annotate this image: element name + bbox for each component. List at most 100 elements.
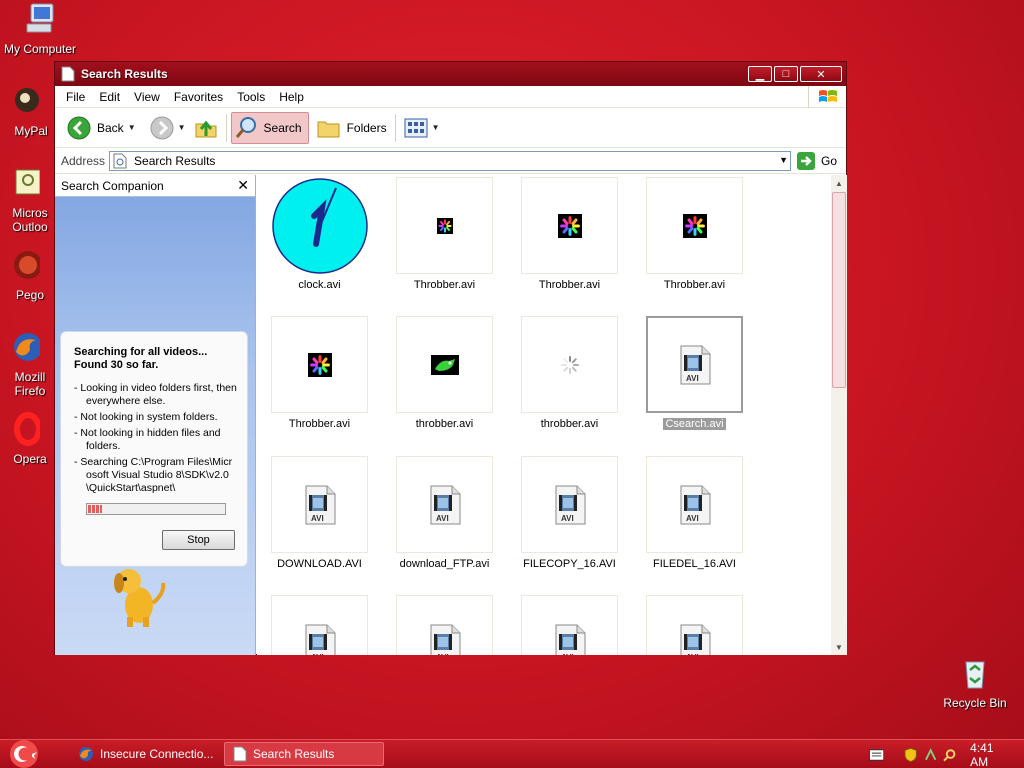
views-dropdown-icon[interactable]: ▼ <box>432 123 440 132</box>
start-button[interactable] <box>0 740 48 768</box>
stop-button[interactable]: Stop <box>162 530 235 550</box>
svg-text:AVI: AVI <box>436 653 449 656</box>
keyboard-icon[interactable] <box>868 748 885 761</box>
address-bar: Address Search Results ▼ Go <box>55 148 846 174</box>
file-thumbnail[interactable]: AVI <box>271 595 368 655</box>
go-button[interactable]: Go <box>797 151 838 170</box>
menu-edit[interactable]: Edit <box>92 90 127 104</box>
file-name: download_FTP.avi <box>382 558 507 570</box>
forward-arrow-icon <box>150 116 174 139</box>
search-results-window-icon <box>61 66 75 82</box>
system-tray: 4:41 AM <box>868 740 1024 768</box>
close-pane-icon[interactable]: ✕ <box>237 177 249 194</box>
file-item[interactable]: throbber.avi <box>507 316 632 454</box>
minimize-button[interactable]: ▁ <box>748 66 772 82</box>
status-line: - Not looking in hidden files and folder… <box>74 427 221 452</box>
toolbar-separator <box>225 113 227 142</box>
taskbar-item-firefox[interactable]: Insecure Connectio... <box>70 742 220 766</box>
back-button[interactable]: Back ▼ <box>63 112 140 144</box>
rover-dog-icon[interactable] <box>109 563 171 629</box>
avi-file-icon: AVI <box>305 624 335 655</box>
security-shield-icon[interactable] <box>904 747 918 763</box>
forward-dropdown-icon[interactable]: ▼ <box>178 123 186 132</box>
up-folder-button[interactable] <box>190 112 222 144</box>
file-thumbnail[interactable]: AVI <box>396 456 493 553</box>
file-thumbnail[interactable] <box>271 316 368 413</box>
scroll-down-icon[interactable]: ▼ <box>831 639 847 655</box>
maximize-button[interactable]: □ <box>774 66 798 82</box>
file-item[interactable]: Throbber.avi <box>507 177 632 315</box>
search-button[interactable]: Search <box>230 111 309 144</box>
folders-button[interactable]: Folders <box>313 112 391 144</box>
file-item[interactable]: AVI FILECOPY_16.AVI <box>507 456 632 594</box>
toolbar-separator <box>394 113 396 142</box>
file-name-text: throbber.avi <box>540 418 599 430</box>
file-thumbnail[interactable]: AVI <box>396 595 493 655</box>
file-item[interactable]: AVI download_FTP.avi <box>382 456 507 594</box>
menu-favorites[interactable]: Favorites <box>167 90 230 104</box>
file-item[interactable]: AVI DOWNLOAD.AVI <box>257 456 382 594</box>
desktop-icon-opera[interactable]: Opera <box>0 412 52 466</box>
file-thumbnail[interactable] <box>396 316 493 413</box>
clock-thumbnail-icon <box>271 177 368 274</box>
vertical-scrollbar[interactable]: ▲ ▼ <box>831 175 847 655</box>
file-item[interactable]: throbber.avi <box>382 316 507 454</box>
file-item[interactable]: Throbber.avi <box>382 177 507 315</box>
scroll-up-icon[interactable]: ▲ <box>831 175 847 191</box>
file-item[interactable]: AVI <box>632 595 757 655</box>
desktop-icon-my-computer[interactable]: My Computer <box>0 2 80 56</box>
file-name: Throbber.avi <box>382 279 507 291</box>
file-item[interactable]: AVI <box>382 595 507 655</box>
file-name: throbber.avi <box>382 418 507 430</box>
file-thumbnail[interactable]: AVI <box>521 595 618 655</box>
desktop-icon-firefox[interactable]: Mozill Firefo <box>0 330 52 398</box>
file-item[interactable]: AVI <box>257 595 382 655</box>
address-dropdown-icon[interactable]: ▼ <box>779 155 788 165</box>
close-button[interactable]: ✕ <box>800 66 842 82</box>
desktop-icon-outlook[interactable]: Micros Outloo <box>0 166 52 234</box>
search-label: Search <box>263 120 302 135</box>
throbber-icon <box>436 217 453 234</box>
close-icon: ✕ <box>816 68 826 81</box>
svg-text:AVI: AVI <box>436 514 449 523</box>
file-item[interactable]: Throbber.avi <box>632 177 757 315</box>
forward-button[interactable]: ▼ <box>146 112 190 144</box>
desktop-icon-pegasus[interactable]: Pego <box>0 248 52 302</box>
search-tray-icon[interactable] <box>943 748 956 762</box>
file-thumbnail[interactable] <box>646 177 743 274</box>
file-item[interactable]: AVI <box>507 595 632 655</box>
file-name: throbber.avi <box>507 418 632 430</box>
views-button[interactable]: ▼ <box>400 112 444 144</box>
file-item[interactable]: clock.avi <box>257 177 382 315</box>
taskbar-item-search-results[interactable]: Search Results <box>224 742 384 766</box>
go-label: Go <box>821 153 838 168</box>
file-thumbnail[interactable] <box>271 177 368 274</box>
file-thumbnail[interactable] <box>521 316 618 413</box>
desktop-icon-mypal[interactable]: MyPal <box>0 84 52 138</box>
back-dropdown-icon[interactable]: ▼ <box>128 123 136 132</box>
address-input[interactable]: Search Results ▼ <box>109 150 792 171</box>
file-name-text: FILEDEL_16.AVI <box>653 558 736 570</box>
file-thumbnail[interactable]: AVI <box>521 456 618 553</box>
file-thumbnail[interactable]: AVI <box>646 316 743 413</box>
file-item[interactable]: AVI FILEDEL_16.AVI <box>632 456 757 594</box>
window-title: Search Results <box>81 67 168 81</box>
desktop-icon-recycle-bin[interactable]: Recycle Bin <box>935 656 1015 710</box>
file-thumbnail[interactable]: AVI <box>271 456 368 553</box>
file-item[interactable]: Throbber.avi <box>257 316 382 454</box>
back-arrow-icon <box>67 116 91 139</box>
file-thumbnail[interactable]: AVI <box>646 456 743 553</box>
network-icon[interactable] <box>924 747 937 762</box>
desktop-icon-label: MyPal <box>14 124 48 138</box>
file-item[interactable]: AVI Csearch.avi <box>632 316 757 454</box>
scroll-thumb[interactable] <box>832 192 846 388</box>
file-thumbnail[interactable] <box>396 177 493 274</box>
menu-tools[interactable]: Tools <box>230 90 272 104</box>
file-thumbnail[interactable]: AVI <box>646 595 743 655</box>
title-bar[interactable]: Search Results ▁ □ ✕ <box>55 62 846 86</box>
clock: 4:41 AM <box>970 740 994 768</box>
menu-file[interactable]: File <box>59 90 92 104</box>
menu-help[interactable]: Help <box>272 90 311 104</box>
menu-view[interactable]: View <box>127 90 167 104</box>
file-thumbnail[interactable] <box>521 177 618 274</box>
